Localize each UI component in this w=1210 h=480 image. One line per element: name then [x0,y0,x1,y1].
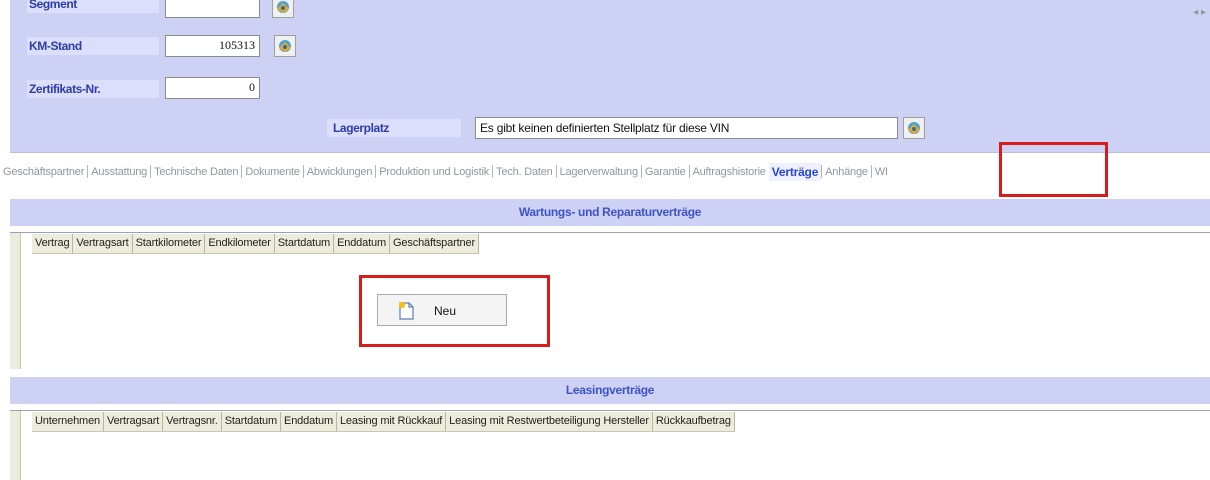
tab-scroll-arrows[interactable]: ◂ ▸ [1193,7,1206,18]
lagerplatz-pick-button[interactable] [903,117,925,139]
segment-label: Segment [27,0,159,13]
column-header[interactable]: Vertragsart [73,234,133,253]
column-header[interactable]: Rückkaufbetrag [653,412,735,431]
tab-lagerverwaltung[interactable]: Lagerverwaltung [557,166,641,178]
tab-ausstattung[interactable]: Ausstattung [88,166,150,178]
wartung-grid: Vertrag Vertragsart Startkilometer Endki… [10,232,1210,369]
row-selector-column [10,233,21,369]
tab-technische-daten[interactable]: Technische Daten [151,166,241,178]
tab-abwicklungen[interactable]: Abwicklungen [304,166,375,178]
vehicle-pick-icon [277,1,289,13]
tab-anhaenge[interactable]: Anhänge [822,166,871,178]
lagerplatz-field[interactable]: Es gibt keinen definierten Stellplatz fü… [475,117,898,139]
row-selector-column [10,411,21,480]
zertifikat-field[interactable]: 0 [165,77,260,99]
wartung-grid-header: Vertrag Vertragsart Startkilometer Endki… [32,234,479,254]
lagerplatz-label: Lagerplatz [327,119,461,137]
tab-produktion-logistik[interactable]: Produktion und Logistik [376,166,492,178]
column-header[interactable]: Endkilometer [205,234,275,253]
column-header[interactable]: Geschäftspartner [390,234,479,253]
tab-geschaeftspartner[interactable]: Geschäftspartner [0,166,87,178]
highlight-new-button [359,275,550,347]
km-stand-field[interactable]: 105313 [165,35,260,57]
wartung-section-header: Wartungs- und Reparaturverträge [10,199,1210,226]
km-stand-pick-button[interactable] [274,35,296,57]
column-header[interactable]: Leasing mit Rückkauf [337,412,447,431]
column-header[interactable]: Vertragsart [104,412,164,431]
tab-wi[interactable]: WI [872,166,891,178]
tab-tech-daten[interactable]: Tech. Daten [493,166,556,178]
tab-dokumente[interactable]: Dokumente [242,166,302,178]
column-header[interactable]: Startdatum [275,234,335,253]
highlight-vertraege-tab [999,142,1108,197]
column-header[interactable]: Vertragsnr. [163,412,222,431]
column-header[interactable]: Enddatum [281,412,337,431]
leasing-grid-header: Unternehmen Vertragsart Vertragsnr. Star… [32,412,735,432]
segment-field[interactable] [165,0,260,18]
column-header[interactable]: Vertrag [32,234,74,253]
km-stand-label: KM-Stand [27,37,159,55]
vehicle-pick-icon [908,122,920,134]
zertifikat-label: Zertifikats-Nr. [27,80,159,98]
vehicle-pick-icon [279,40,291,52]
column-header[interactable]: Enddatum [334,234,391,253]
column-header[interactable]: Leasing mit Restwertbeteiligung Herstell… [446,412,653,431]
column-header[interactable]: Unternehmen [32,412,104,431]
segment-pick-button[interactable] [272,0,294,18]
column-header[interactable]: Startkilometer [133,234,206,253]
column-header[interactable]: Startdatum [222,412,282,431]
leasing-section-header: Leasingverträge [10,377,1210,404]
leasing-grid: Unternehmen Vertragsart Vertragsnr. Star… [10,410,1210,480]
tab-auftragshistorie[interactable]: Auftragshistorie [690,166,769,178]
tab-vertraege[interactable]: Verträge [768,162,822,181]
vehicle-form-panel: Segment KM-Stand 105313 Zertifikats-Nr. … [10,0,1210,153]
tab-garantie[interactable]: Garantie [642,166,689,178]
